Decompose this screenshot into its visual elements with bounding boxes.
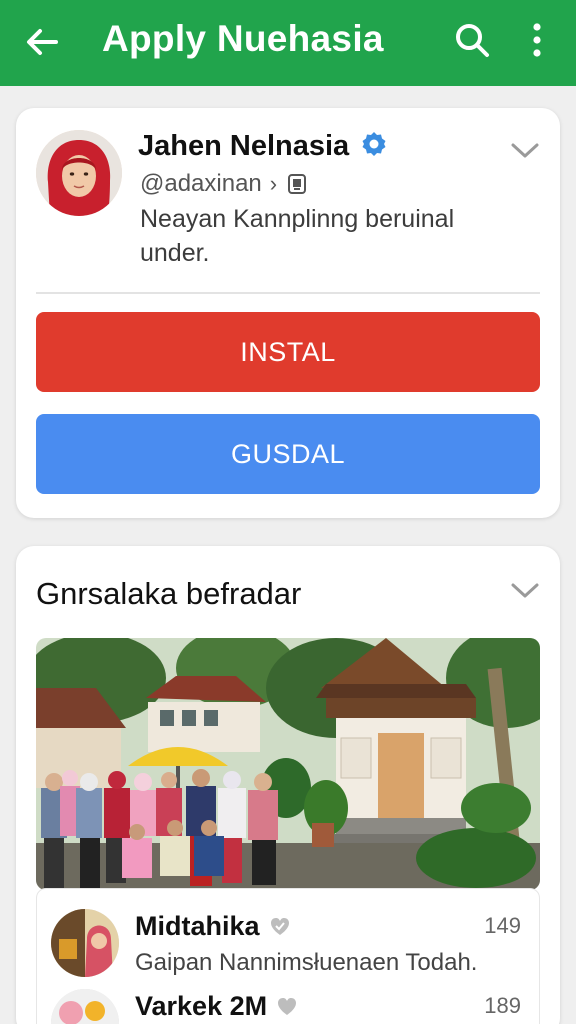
list-item-count: 149 bbox=[484, 913, 521, 938]
search-icon[interactable] bbox=[452, 20, 492, 60]
install-button[interactable]: INSTAL bbox=[36, 312, 540, 392]
arrow-left-icon[interactable] bbox=[22, 22, 62, 62]
list-item-name: Varkek 2M bbox=[135, 991, 299, 1022]
section-card: Gnrsalaka befradar Midtahika Gaipan Nann… bbox=[16, 546, 560, 1024]
chevron-right-icon: › bbox=[269, 171, 278, 196]
section-title: Gnrsalaka befradar bbox=[36, 576, 302, 611]
handle-text: @adaxinan bbox=[140, 170, 262, 197]
community-photo[interactable] bbox=[36, 638, 540, 890]
profile-description: Neayan Kannplinng beruinal under. bbox=[140, 205, 455, 267]
member-list: Midtahika Gaipan Nannimsłuenaen Todah. 1… bbox=[36, 888, 540, 1024]
chevron-down-icon[interactable] bbox=[510, 140, 540, 162]
device-icon bbox=[288, 174, 307, 194]
profile-card: Jahen Nelnasia @adaxinan › Neayan Kannpl… bbox=[16, 108, 560, 518]
list-item-count: 189 bbox=[484, 993, 521, 1018]
verified-badge-icon bbox=[278, 997, 297, 1015]
more-vert-icon[interactable] bbox=[522, 20, 552, 60]
verified-badge-icon bbox=[362, 132, 386, 157]
app-bar: Apply Nuehasia bbox=[0, 0, 576, 86]
app-title: Apply Nuehasia bbox=[102, 18, 384, 59]
list-item-name: Midtahika bbox=[135, 911, 292, 942]
list-item-name-text: Midtahika bbox=[135, 911, 260, 941]
list-item[interactable]: Varkek 2M 189 bbox=[37, 969, 541, 1024]
avatar bbox=[51, 909, 119, 977]
secondary-button[interactable]: GUSDAL bbox=[36, 414, 540, 494]
profile-name-text: Jahen Nelnasia bbox=[138, 130, 350, 162]
list-item-name-text: Varkek 2M bbox=[135, 991, 268, 1021]
profile-name: Jahen Nelnasia bbox=[138, 130, 387, 163]
avatar[interactable] bbox=[36, 130, 122, 216]
verified-badge-icon bbox=[270, 917, 289, 935]
divider bbox=[36, 292, 540, 294]
chevron-down-icon[interactable] bbox=[510, 580, 540, 602]
handle-row[interactable]: @adaxinan › bbox=[140, 170, 309, 198]
avatar bbox=[51, 989, 119, 1024]
list-item[interactable]: Midtahika Gaipan Nannimsłuenaen Todah. 1… bbox=[37, 889, 541, 977]
